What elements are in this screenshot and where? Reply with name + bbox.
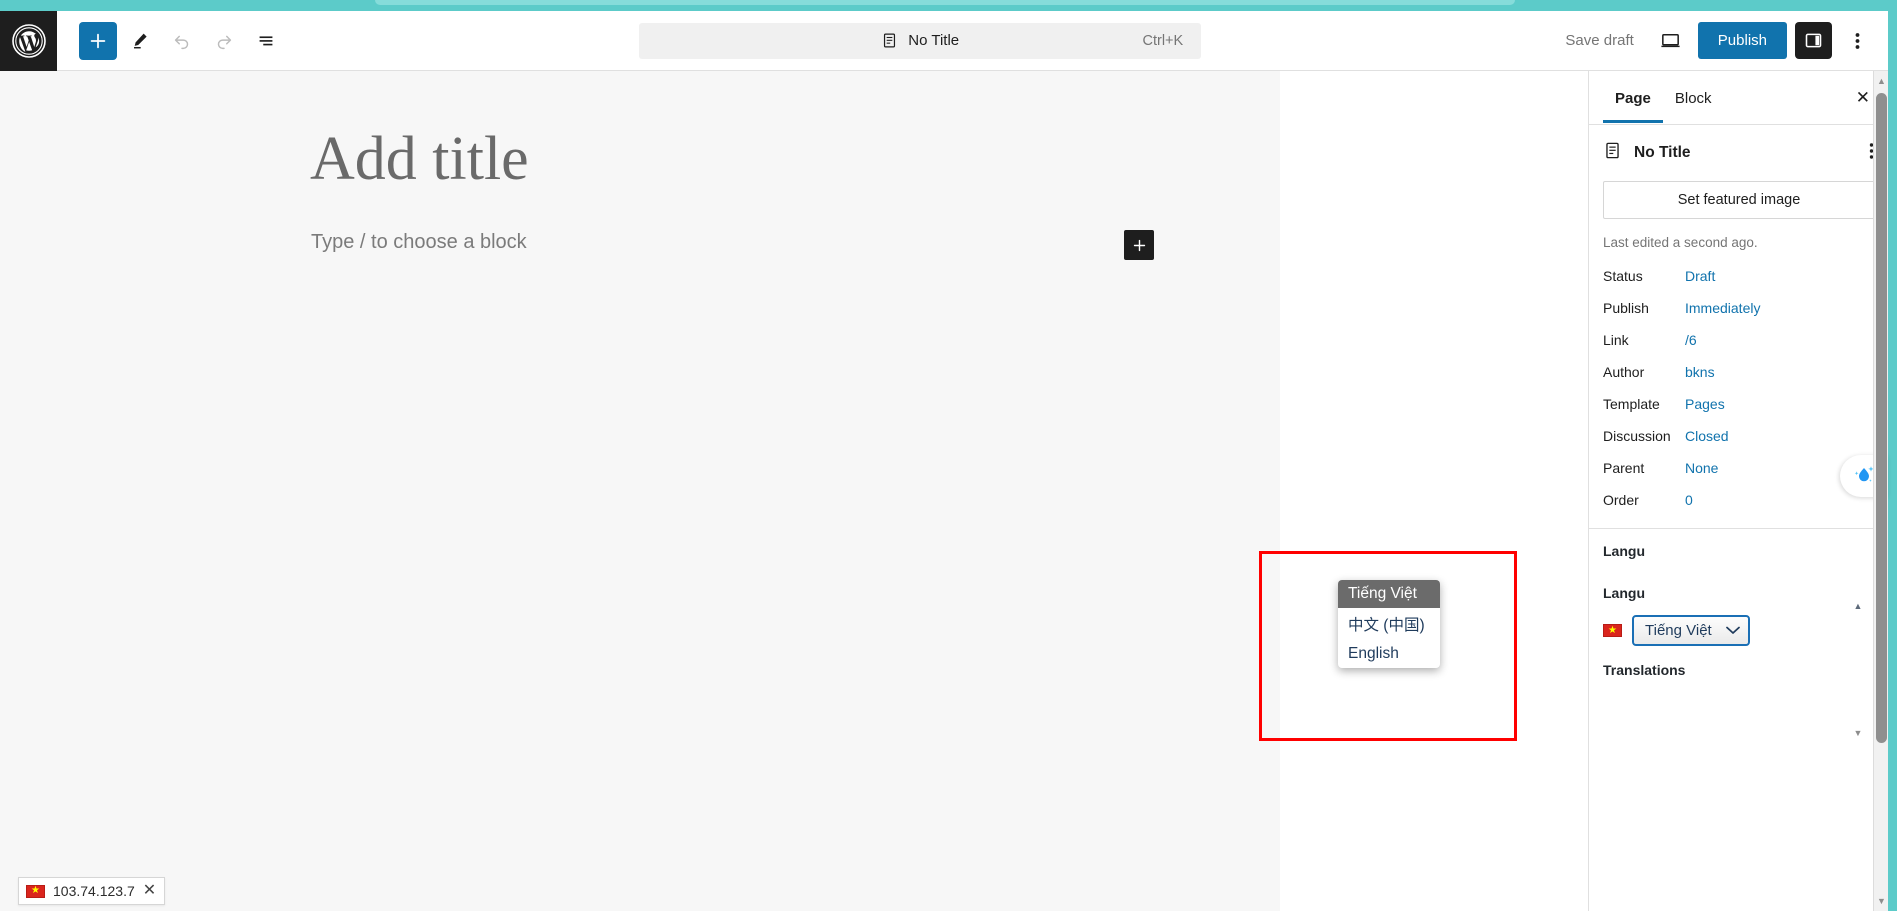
vietnam-flag-icon	[26, 884, 45, 898]
editor-canvas: Add title Type / to choose a block	[0, 71, 1280, 911]
command-bar-wrapper: No Title Ctrl+K	[285, 22, 1555, 59]
add-block-button[interactable]	[79, 21, 117, 60]
document-icon	[1603, 141, 1622, 165]
language-select[interactable]: Tiếng Việt	[1632, 615, 1750, 646]
meta-label: Order	[1603, 492, 1639, 508]
dropdown-option-vietnamese[interactable]: Tiếng Việt	[1338, 580, 1440, 608]
tab-page[interactable]: Page	[1603, 74, 1663, 123]
wordpress-logo-icon[interactable]	[0, 10, 57, 71]
languages-label: Langu	[1603, 543, 1645, 559]
command-bar[interactable]: No Title Ctrl+K	[639, 22, 1202, 59]
settings-sidebar: Page Block ✕ No Title Set featured image…	[1588, 71, 1888, 911]
redo-button[interactable]	[205, 22, 243, 60]
edit-tool-button[interactable]	[121, 22, 159, 60]
meta-row-discussion: Discussion Closed	[1589, 420, 1888, 452]
meta-value-order[interactable]: 0	[1685, 492, 1693, 508]
meta-value-publish[interactable]: Immediately	[1685, 300, 1760, 316]
set-featured-image-button[interactable]: Set featured image	[1603, 181, 1875, 219]
browser-tab-highlight	[375, 0, 1515, 5]
last-edited-label: Last edited a second ago.	[1603, 235, 1758, 250]
app-root: No Title Ctrl+K Save draft Publish Add t…	[0, 0, 1897, 911]
meta-value-status[interactable]: Draft	[1685, 268, 1715, 284]
undo-button[interactable]	[163, 22, 201, 60]
meta-label: Discussion	[1603, 428, 1671, 444]
block-inserter-button[interactable]	[1124, 230, 1154, 260]
language-panel-scroll-down[interactable]: ▼	[1851, 726, 1865, 740]
publish-button[interactable]: Publish	[1697, 22, 1787, 59]
meta-value-author[interactable]: bkns	[1685, 364, 1715, 380]
sidebar-scrollbar[interactable]: ▲ ▼	[1873, 71, 1888, 911]
document-title: No Title	[1634, 144, 1691, 161]
language-select-row: Tiếng Việt	[1603, 615, 1874, 646]
meta-row-order: Order 0	[1589, 484, 1888, 516]
desktop-preview-icon[interactable]	[1652, 22, 1690, 60]
tab-block[interactable]: Block	[1663, 74, 1724, 122]
dropdown-option-english[interactable]: English	[1338, 640, 1440, 668]
browser-right-edge	[1888, 0, 1897, 911]
language-label: Langu	[1603, 585, 1645, 601]
scroll-up-arrow[interactable]: ▲	[1874, 73, 1889, 89]
meta-value-discussion[interactable]: Closed	[1685, 428, 1729, 444]
vietnam-flag-icon	[1603, 624, 1622, 637]
language-dropdown-menu: Tiếng Việt 中文 (中国) English	[1338, 580, 1440, 668]
editor-top-bar: No Title Ctrl+K Save draft Publish	[0, 10, 1888, 71]
meta-label: Link	[1603, 332, 1629, 348]
meta-label: Parent	[1603, 460, 1645, 476]
language-select-value: Tiếng Việt	[1645, 622, 1712, 639]
meta-label: Author	[1603, 364, 1645, 380]
document-summary: No Title	[1589, 125, 1888, 177]
meta-row-status: Status Draft	[1589, 260, 1888, 292]
sidebar-panel-icon[interactable]	[1795, 22, 1832, 59]
list-view-button[interactable]	[247, 22, 285, 60]
block-placeholder-input[interactable]: Type / to choose a block	[311, 231, 527, 254]
browser-chrome-strip	[0, 0, 1897, 11]
meta-value-parent[interactable]: None	[1685, 460, 1718, 476]
command-bar-shortcut: Ctrl+K	[1142, 32, 1184, 49]
document-icon	[881, 32, 898, 49]
ip-address-label: 103.74.123.7	[53, 883, 135, 899]
ip-status-chip[interactable]: 103.74.123.7 ✕	[18, 877, 166, 905]
meta-row-publish: Publish Immediately	[1589, 292, 1888, 324]
meta-row-template: Template Pages	[1589, 388, 1888, 420]
meta-label: Publish	[1603, 300, 1649, 316]
dropdown-option-chinese[interactable]: 中文 (中国)	[1338, 608, 1440, 640]
editor-tools	[57, 21, 285, 60]
meta-label: Status	[1603, 268, 1643, 284]
language-panel-scroll-up[interactable]: ▲	[1851, 599, 1865, 613]
chevron-down-icon	[1725, 622, 1740, 639]
sidebar-tabs: Page Block ✕	[1589, 71, 1888, 125]
scroll-down-arrow[interactable]: ▼	[1874, 893, 1889, 909]
scrollbar-thumb[interactable]	[1876, 93, 1887, 743]
meta-value-link[interactable]: /6	[1685, 332, 1697, 348]
meta-value-template[interactable]: Pages	[1685, 396, 1725, 412]
language-panel: Langu Langu Tiếng Việt	[1589, 529, 1888, 646]
kebab-menu-icon[interactable]	[1840, 22, 1874, 59]
command-bar-title: No Title	[908, 32, 960, 49]
close-icon[interactable]: ✕	[143, 883, 156, 899]
meta-row-link: Link /6	[1589, 324, 1888, 356]
meta-label: Template	[1603, 396, 1660, 412]
top-bar-actions: Save draft Publish	[1555, 22, 1888, 60]
meta-row-author: Author bkns	[1589, 356, 1888, 388]
translations-label: Translations	[1603, 662, 1686, 678]
save-draft-button[interactable]: Save draft	[1555, 24, 1643, 57]
post-title-input[interactable]: Add title	[310, 125, 529, 193]
